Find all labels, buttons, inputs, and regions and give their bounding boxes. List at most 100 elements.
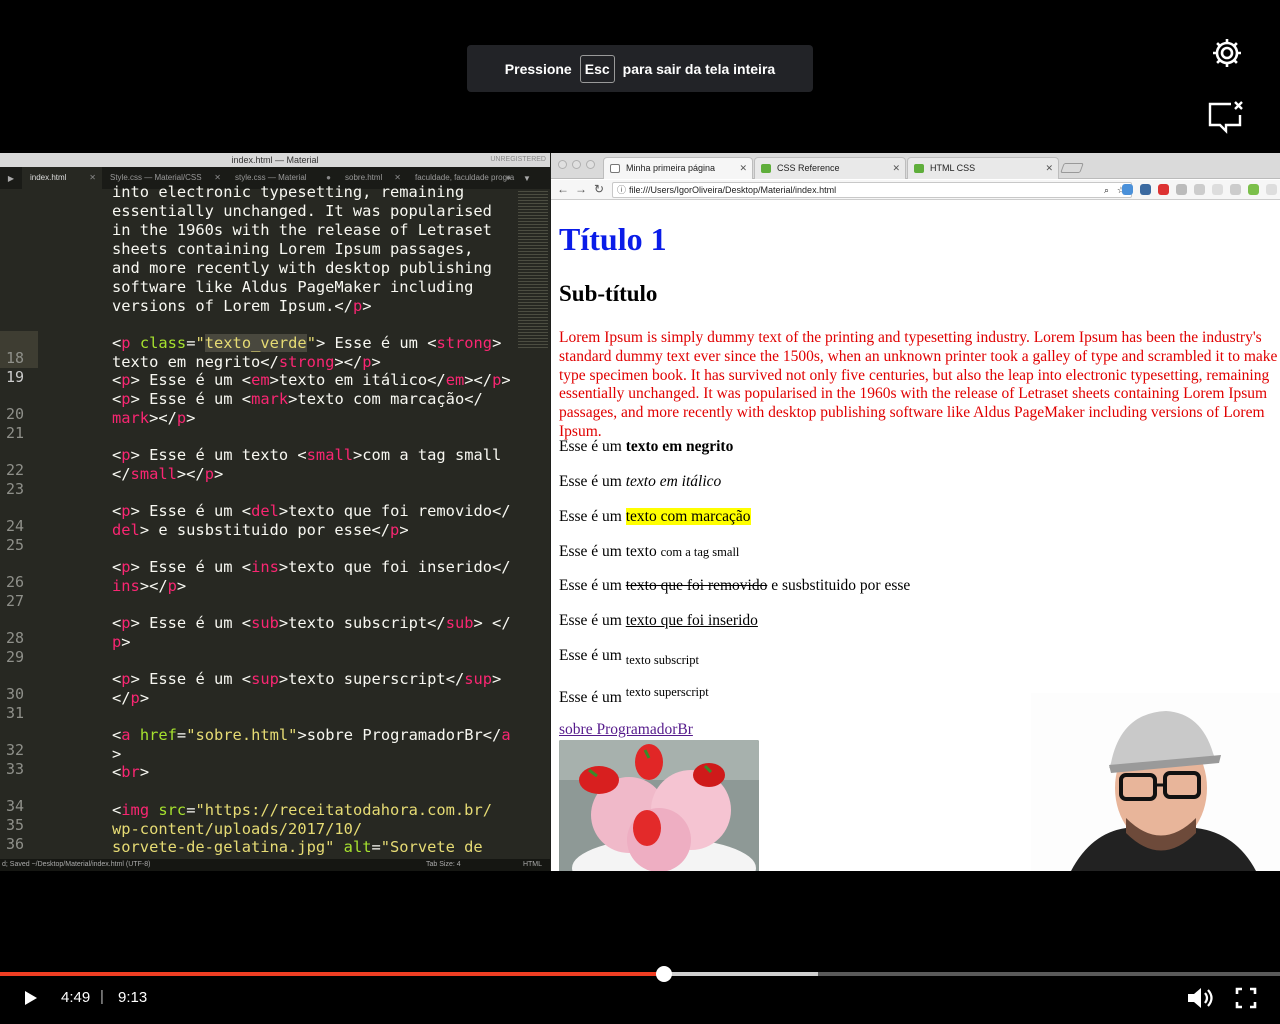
close-icon[interactable]: ✕	[89, 167, 96, 189]
code-line: <p> Esse é um <sub>texto subscript</sub>…	[112, 614, 511, 632]
w3schools-icon	[914, 164, 924, 173]
code-text: Esse é um	[139, 502, 242, 520]
code-text: texto superscript	[288, 670, 446, 688]
browser-tab[interactable]: HTML CSS ✕	[907, 157, 1059, 179]
code-text: texto com marcação	[297, 390, 465, 408]
extension-icon[interactable]	[1194, 184, 1205, 195]
code-line: ins></p>	[112, 577, 187, 595]
browser-tab-title: Minha primeira página	[626, 163, 716, 173]
close-icon[interactable]: ✕	[892, 158, 900, 178]
sobre-link[interactable]: sobre ProgramadorBr	[559, 721, 693, 738]
img-src-value: sorvete-de-gelatina.jpg"	[112, 838, 335, 856]
editor-tab-label: faculdade, faculdade progra	[415, 173, 515, 182]
highlighted-text: texto com marcação	[625, 508, 751, 525]
ins-paragraph: Esse é um texto que foi inserido	[559, 612, 758, 630]
browser-tab-strip: Minha primeira página ✕ CSS Reference ✕ …	[551, 153, 1280, 179]
editor-tab[interactable]: index.html ✕	[22, 167, 102, 189]
small-paragraph: Esse é um texto com a tag small	[559, 543, 739, 561]
document-icon	[610, 164, 620, 173]
browser-tab[interactable]: Minha primeira página ✕	[603, 157, 753, 179]
extension-icon[interactable]	[1158, 184, 1169, 195]
code-minimap[interactable]	[518, 189, 548, 349]
sup-paragraph: Esse é um texto superscript	[559, 685, 709, 707]
close-icon[interactable]: ✕	[1045, 158, 1053, 178]
superscript-text: texto superscript	[625, 685, 709, 699]
line-number: 30	[5, 685, 24, 703]
code-editor-window: index.html — Material UNREGISTERED ▶ ind…	[0, 153, 550, 871]
back-arrow-icon[interactable]: ←	[557, 182, 569, 196]
code-line: <img src="https://receitatodahora.com.br…	[112, 801, 492, 819]
code-line: </p>	[112, 689, 150, 707]
forward-arrow-icon[interactable]: →	[575, 182, 587, 196]
report-icon[interactable]	[1207, 99, 1247, 135]
code-line: <p> Esse é um <em>texto em itálico</em><…	[112, 371, 511, 389]
editor-tab-label: index.html	[30, 173, 67, 182]
code-area[interactable]: into electronic typesetting, remaining e…	[112, 183, 522, 859]
code-line: in the 1960s with the release of Letrase…	[112, 221, 492, 239]
code-line: <p class="texto_verde"> Esse é um <stron…	[112, 334, 502, 352]
new-tab-button[interactable]	[1060, 163, 1084, 173]
code-text: Esse é um texto	[139, 446, 298, 464]
extension-icon[interactable]	[1176, 184, 1187, 195]
bold-paragraph: Esse é um texto em negrito	[559, 438, 733, 456]
search-icon[interactable]: ⌕	[1104, 183, 1109, 197]
tab-size-indicator[interactable]: Tab Size: 4	[426, 859, 461, 871]
inserted-text: texto que foi inserido	[625, 612, 758, 629]
paragraph-text: Esse é um	[559, 508, 626, 525]
editor-tab-label: Style.css — Material/CSS	[110, 173, 202, 182]
address-bar[interactable]: ⓘ file:///Users/IgorOliveira/Desktop/Mat…	[612, 182, 1132, 198]
duration: 9:13	[118, 989, 148, 1006]
browser-tab[interactable]: CSS Reference ✕	[754, 157, 906, 179]
close-icon[interactable]: ✕	[739, 158, 747, 178]
presenter-webcam	[1031, 693, 1280, 871]
code-line: mark></p>	[112, 409, 196, 427]
paragraph-text: e susbstituido por esse	[767, 577, 911, 594]
small-text: com a tag small	[660, 545, 740, 559]
browser-tab-title: HTML CSS	[930, 163, 976, 173]
window-close-button[interactable]	[558, 160, 567, 169]
tab-scroll-left-icon[interactable]: ▶	[0, 174, 22, 183]
line-number: 21	[5, 424, 24, 442]
code-text: versions of Lorem Ipsum.	[112, 297, 335, 315]
line-number: 28	[5, 629, 24, 647]
code-text: texto subscript	[288, 614, 428, 632]
current-time: 4:49	[61, 989, 91, 1006]
browser-toolbar: ← → ↻ ⓘ file:///Users/IgorOliveira/Deskt…	[551, 180, 1280, 200]
paragraph-text: Esse é um	[559, 438, 626, 455]
editor-status-bar: d; Saved ~/Desktop/Material/index.html (…	[0, 859, 550, 871]
code-text: Esse é um	[139, 371, 242, 389]
extension-icon[interactable]	[1266, 184, 1277, 195]
play-icon[interactable]	[20, 988, 40, 1008]
modified-dot-icon[interactable]: ●	[506, 167, 511, 189]
video-frame: index.html — Material UNREGISTERED ▶ ind…	[0, 153, 1280, 871]
volume-icon[interactable]	[1186, 986, 1214, 1010]
window-zoom-button[interactable]	[586, 160, 595, 169]
info-icon: ⓘ	[617, 185, 627, 195]
code-line: sorvete-de-gelatina.jpg" alt="Sorvete de	[112, 838, 483, 856]
del-paragraph: Esse é um texto que foi removido e susbs…	[559, 577, 910, 595]
syntax-indicator[interactable]: HTML	[523, 859, 542, 871]
code-text: sobre ProgramadorBr	[306, 726, 483, 744]
img-src-value: "https://receitatodahora.com.br/	[195, 801, 492, 819]
line-number: 29	[5, 648, 24, 666]
reload-icon[interactable]: ↻	[594, 182, 604, 196]
line-number: 33	[5, 760, 24, 778]
tab-list-icon[interactable]: ▼	[517, 174, 537, 183]
extension-icon[interactable]	[1212, 184, 1223, 195]
window-minimize-button[interactable]	[572, 160, 581, 169]
deleted-text: texto que foi removido	[625, 577, 768, 594]
extension-icon[interactable]	[1122, 184, 1133, 195]
extension-icon[interactable]	[1248, 184, 1259, 195]
gear-icon[interactable]	[1209, 35, 1245, 71]
sub-paragraph: Esse é um texto subscript	[559, 647, 699, 668]
editor-window-title: index.html — Material	[231, 155, 319, 165]
code-text: Esse é um	[139, 390, 242, 408]
link-paragraph: sobre ProgramadorBr	[559, 721, 693, 739]
seek-handle[interactable]	[656, 966, 673, 982]
line-number: 31	[5, 704, 24, 722]
exit-fullscreen-icon[interactable]	[1234, 986, 1258, 1010]
extension-icon[interactable]	[1230, 184, 1241, 195]
code-line: <p> Esse é um <sup>texto superscript</su…	[112, 670, 502, 688]
extension-icon[interactable]	[1140, 184, 1151, 195]
class-value: texto_verde	[204, 334, 307, 352]
